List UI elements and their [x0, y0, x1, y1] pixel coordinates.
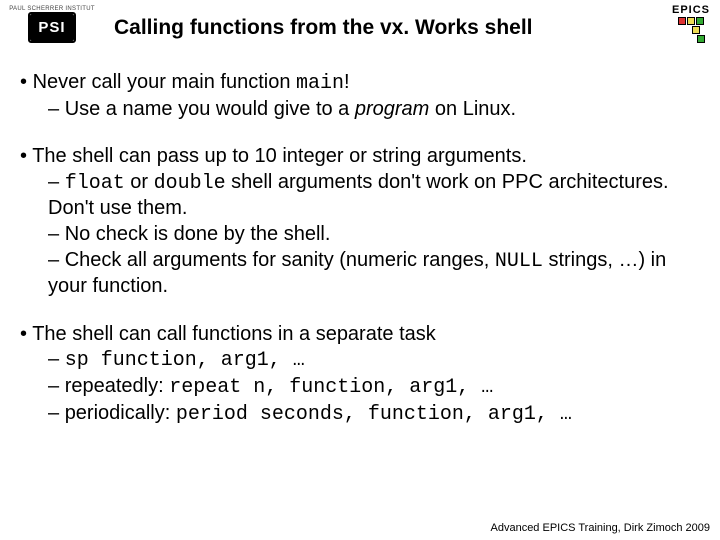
bullet-2-sub-3-pre: Check all arguments for sanity (numeric …	[65, 249, 495, 271]
bullet-3-sub-2-pre: repeatedly:	[65, 375, 170, 397]
bullet-3-sub-3-code: period seconds, function, arg1, …	[176, 403, 572, 426]
slide-header: PAUL SCHERRER INSTITUT PSI Calling funct…	[0, 0, 720, 48]
bullet-3-sub-1-code: sp function, arg1, …	[65, 349, 305, 372]
bullet-3-sub-2-code: repeat n, function, arg1, …	[169, 376, 493, 399]
bullet-1-text-pre: Never call your main function	[33, 71, 296, 93]
bullet-2-sub-3-code: NULL	[495, 250, 543, 273]
bullet-3-text: The shell can call functions in a separa…	[32, 323, 436, 345]
bullet-3-sub-3-pre: periodically:	[65, 402, 176, 424]
bullet-1-sub-1-pre: Use a name you would give to a	[65, 98, 355, 120]
slide-footer: Advanced EPICS Training, Dirk Zimoch 200…	[491, 522, 711, 534]
bullet-1-sub-1-em: program	[355, 98, 429, 120]
slide-title: Calling functions from the vx. Works she…	[108, 16, 710, 40]
psi-logo: PAUL SCHERRER INSTITUT PSI	[10, 8, 94, 48]
epics-logo: EPICS	[672, 4, 710, 43]
bullet-3: • The shell can call functions in a sepa…	[20, 322, 706, 427]
epics-logo-label: EPICS	[672, 4, 710, 16]
bullet-1: • Never call your main function main! – …	[20, 70, 706, 122]
bullet-2-sub-1-code2: double	[154, 172, 226, 195]
bullet-1-code: main	[296, 72, 344, 95]
bullet-2: • The shell can pass up to 10 integer or…	[20, 144, 706, 300]
psi-institute-label: PAUL SCHERRER INSTITUT	[9, 6, 95, 12]
bullet-2-sub-2: No check is done by the shell.	[65, 223, 331, 245]
psi-logo-mark: PSI	[30, 14, 73, 41]
bullet-1-text-post: !	[344, 71, 350, 93]
slide-body: • Never call your main function main! – …	[0, 48, 720, 427]
bullet-2-text: The shell can pass up to 10 integer or s…	[32, 145, 527, 167]
bullet-2-sub-1-mid: or	[125, 171, 154, 193]
bullet-2-sub-1-code1: float	[65, 172, 125, 195]
bullet-1-sub-1-post: on Linux.	[429, 98, 516, 120]
